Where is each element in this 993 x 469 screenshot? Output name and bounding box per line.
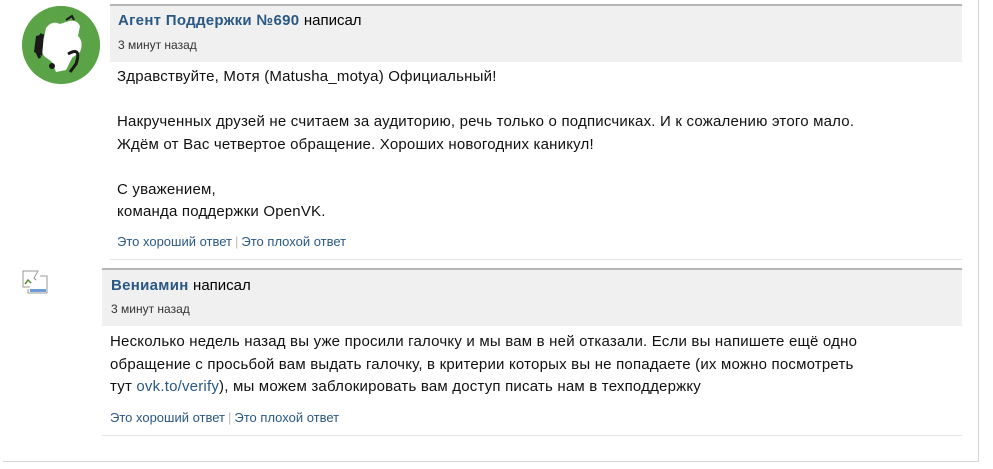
post-body: Несколько недель назад вы уже просили га… [110,331,970,399]
rating-separator: | [228,410,232,425]
body-line: команда поддержки OpenVK. [117,203,326,220]
good-answer-link[interactable]: Это хороший ответ [110,410,225,425]
body-line: Здравствуйте, Мотя (Matusha_motya) Офици… [117,68,497,85]
support-agent-avatar-icon [22,6,100,84]
post-divider [102,435,962,436]
user-avatar[interactable] [22,270,48,294]
rating-links: Это хороший ответ | Это плохой ответ [117,234,346,249]
rating-separator: | [235,234,239,249]
post-headline: Агент Поддержки №690 написал [118,12,362,30]
body-line: тут ovk.to/verify), мы можем заблокирова… [110,376,970,399]
post-time[interactable]: 3 минут назад [111,302,190,316]
body-line: обращение с просьбой вам выдать галочку,… [110,355,854,373]
body-text-fragment: тут [110,378,137,395]
broken-image-icon [22,270,48,294]
body-line: С уважением, [117,180,216,198]
action-text: написал [193,277,251,294]
body-text-fragment: ), мы можем заблокировать вам доступ пис… [219,378,702,395]
bad-answer-link[interactable]: Это плохой ответ [241,234,346,249]
author-link[interactable]: Вениамин [111,277,189,294]
post-time[interactable]: 3 минут назад [118,38,197,52]
body-line: Ждём от Вас четвертое обращение. Хороших… [117,135,594,153]
verify-link[interactable]: ovk.to/verify [136,378,219,395]
author-link[interactable]: Агент Поддержки №690 [118,12,299,29]
post-header: Агент Поддержки №690 написал 3 минут наз… [110,4,962,62]
body-line: Несколько недель назад вы уже просили га… [110,333,858,350]
bad-answer-link[interactable]: Это плохой ответ [234,410,339,425]
post-headline: Вениамин написал [111,277,251,295]
post-body: Здравствуйте, Мотя (Matusha_motya) Офици… [117,66,967,224]
body-line: Накрученных друзей не считаем за аудитор… [117,113,855,130]
post-header: Вениамин написал 3 минут назад [102,268,962,326]
action-text: написал [303,12,362,29]
good-answer-link[interactable]: Это хороший ответ [117,234,232,249]
rating-links: Это хороший ответ | Это плохой ответ [110,410,339,425]
post-divider [110,259,962,260]
support-agent-avatar[interactable] [22,6,100,84]
